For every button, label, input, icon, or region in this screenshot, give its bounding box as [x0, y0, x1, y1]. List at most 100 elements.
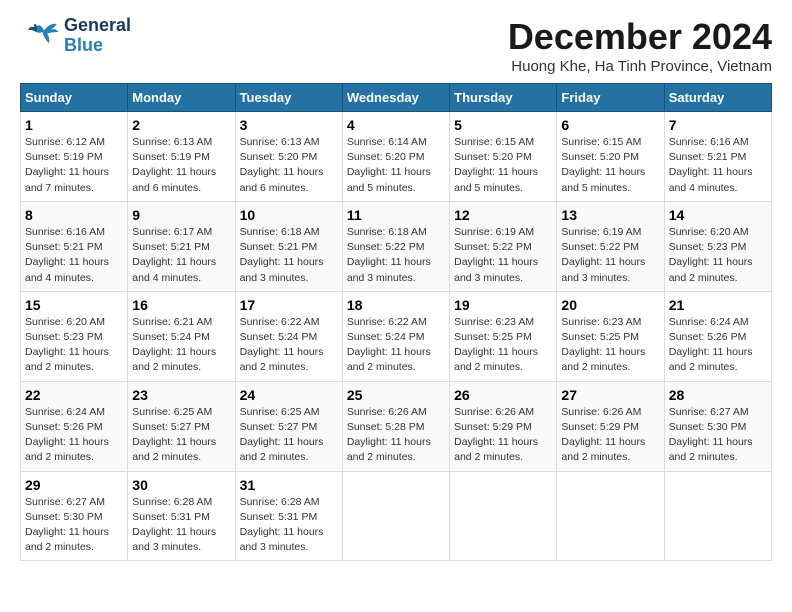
calendar-header: SundayMondayTuesdayWednesdayThursdayFrid… [21, 84, 772, 112]
day-number-6: 6 [561, 117, 659, 133]
day-info-5: Sunrise: 6:15 AM Sunset: 5:20 PM Dayligh… [454, 135, 552, 196]
day-number-23: 23 [132, 387, 230, 403]
day-info-1: Sunrise: 6:12 AM Sunset: 5:19 PM Dayligh… [25, 135, 123, 196]
column-header-sunday: Sunday [21, 84, 128, 112]
calendar-body: 1Sunrise: 6:12 AM Sunset: 5:19 PM Daylig… [21, 112, 772, 561]
day-cell-14: 14Sunrise: 6:20 AM Sunset: 5:23 PM Dayli… [664, 201, 771, 291]
day-number-9: 9 [132, 207, 230, 223]
day-cell-24: 24 Sunrise: 6:25 AM Sunset: 5:27 PM Dayli… [235, 381, 342, 471]
day-info-12: Sunrise: 6:19 AM Sunset: 5:22 PM Dayligh… [454, 225, 552, 286]
day-cell-9: 9 Sunrise: 6:17 AM Sunset: 5:21 PM Daylig… [128, 201, 235, 291]
logo-icon [20, 16, 60, 56]
logo: General Blue [20, 16, 131, 56]
title-area: December 2024 Huong Khe, Ha Tinh Provinc… [508, 16, 772, 75]
day-number-5: 5 [454, 117, 552, 133]
day-cell-10: 10 Sunrise: 6:18 AM Sunset: 5:21 PM Dayli… [235, 201, 342, 291]
day-number-30: 30 [132, 477, 230, 493]
day-cell-31: 31 Sunrise: 6:28 AM Sunset: 5:31 PM Dayli… [235, 471, 342, 561]
day-cell-7: 7 Sunrise: 6:16 AM Sunset: 5:21 PM Daylig… [664, 112, 771, 202]
day-cell-18: 18Sunrise: 6:22 AM Sunset: 5:24 PM Dayli… [342, 291, 449, 381]
day-cell-21: 21 Sunrise: 6:24 AM Sunset: 5:26 PM Dayli… [664, 291, 771, 381]
day-number-7: 7 [669, 117, 767, 133]
day-number-21: 21 [669, 297, 767, 313]
empty-cell [342, 471, 449, 561]
day-cell-25: 25 Sunrise: 6:26 AM Sunset: 5:28 PM Dayli… [342, 381, 449, 471]
day-number-16: 16 [132, 297, 230, 313]
week-row-5: 29 Sunrise: 6:27 AM Sunset: 5:30 PM Dayli… [21, 471, 772, 561]
day-cell-29: 29 Sunrise: 6:27 AM Sunset: 5:30 PM Dayli… [21, 471, 128, 561]
week-row-1: 1Sunrise: 6:12 AM Sunset: 5:19 PM Daylig… [21, 112, 772, 202]
logo-blue-text: Blue [64, 36, 131, 56]
day-cell-12: 12 Sunrise: 6:19 AM Sunset: 5:22 PM Dayli… [450, 201, 557, 291]
day-cell-20: 20 Sunrise: 6:23 AM Sunset: 5:25 PM Dayli… [557, 291, 664, 381]
day-info-29: Sunrise: 6:27 AM Sunset: 5:30 PM Dayligh… [25, 495, 123, 556]
column-header-monday: Monday [128, 84, 235, 112]
day-cell-11: 11 Sunrise: 6:18 AM Sunset: 5:22 PM Dayli… [342, 201, 449, 291]
day-cell-27: 27Sunrise: 6:26 AM Sunset: 5:29 PM Dayli… [557, 381, 664, 471]
column-header-tuesday: Tuesday [235, 84, 342, 112]
logo-general-text: General [64, 16, 131, 36]
day-number-25: 25 [347, 387, 445, 403]
day-number-29: 29 [25, 477, 123, 493]
day-number-17: 17 [240, 297, 338, 313]
day-number-27: 27 [561, 387, 659, 403]
day-info-2: Sunrise: 6:13 AM Sunset: 5:19 PM Dayligh… [132, 135, 230, 196]
day-cell-1: 1Sunrise: 6:12 AM Sunset: 5:19 PM Daylig… [21, 112, 128, 202]
day-info-6: Sunrise: 6:15 AM Sunset: 5:20 PM Dayligh… [561, 135, 659, 196]
day-cell-30: 30Sunrise: 6:28 AM Sunset: 5:31 PM Dayli… [128, 471, 235, 561]
day-cell-26: 26 Sunrise: 6:26 AM Sunset: 5:29 PM Dayli… [450, 381, 557, 471]
day-number-3: 3 [240, 117, 338, 133]
day-cell-13: 13Sunrise: 6:19 AM Sunset: 5:22 PM Dayli… [557, 201, 664, 291]
day-number-26: 26 [454, 387, 552, 403]
day-info-13: Sunrise: 6:19 AM Sunset: 5:22 PM Dayligh… [561, 225, 659, 286]
empty-cell [557, 471, 664, 561]
day-info-9: Sunrise: 6:17 AM Sunset: 5:21 PM Dayligh… [132, 225, 230, 286]
day-cell-3: 3Sunrise: 6:13 AM Sunset: 5:20 PM Daylig… [235, 112, 342, 202]
day-number-19: 19 [454, 297, 552, 313]
day-cell-4: 4 Sunrise: 6:14 AM Sunset: 5:20 PM Daylig… [342, 112, 449, 202]
calendar-table: SundayMondayTuesdayWednesdayThursdayFrid… [20, 83, 772, 561]
day-info-24: Sunrise: 6:25 AM Sunset: 5:27 PM Dayligh… [240, 405, 338, 466]
day-cell-15: 15 Sunrise: 6:20 AM Sunset: 5:23 PM Dayli… [21, 291, 128, 381]
week-row-3: 15 Sunrise: 6:20 AM Sunset: 5:23 PM Dayli… [21, 291, 772, 381]
day-cell-8: 8 Sunrise: 6:16 AM Sunset: 5:21 PM Daylig… [21, 201, 128, 291]
day-cell-17: 17 Sunrise: 6:22 AM Sunset: 5:24 PM Dayli… [235, 291, 342, 381]
day-number-12: 12 [454, 207, 552, 223]
day-info-8: Sunrise: 6:16 AM Sunset: 5:21 PM Dayligh… [25, 225, 123, 286]
day-info-17: Sunrise: 6:22 AM Sunset: 5:24 PM Dayligh… [240, 315, 338, 376]
day-number-24: 24 [240, 387, 338, 403]
day-number-31: 31 [240, 477, 338, 493]
day-number-8: 8 [25, 207, 123, 223]
week-row-4: 22 Sunrise: 6:24 AM Sunset: 5:26 PM Dayli… [21, 381, 772, 471]
location-text: Huong Khe, Ha Tinh Province, Vietnam [508, 58, 772, 75]
day-info-26: Sunrise: 6:26 AM Sunset: 5:29 PM Dayligh… [454, 405, 552, 466]
day-cell-5: 5 Sunrise: 6:15 AM Sunset: 5:20 PM Daylig… [450, 112, 557, 202]
day-number-22: 22 [25, 387, 123, 403]
day-number-11: 11 [347, 207, 445, 223]
day-cell-28: 28Sunrise: 6:27 AM Sunset: 5:30 PM Dayli… [664, 381, 771, 471]
day-cell-23: 23Sunrise: 6:25 AM Sunset: 5:27 PM Dayli… [128, 381, 235, 471]
day-info-25: Sunrise: 6:26 AM Sunset: 5:28 PM Dayligh… [347, 405, 445, 466]
day-info-18: Sunrise: 6:22 AM Sunset: 5:24 PM Dayligh… [347, 315, 445, 376]
day-header-row: SundayMondayTuesdayWednesdayThursdayFrid… [21, 84, 772, 112]
day-info-15: Sunrise: 6:20 AM Sunset: 5:23 PM Dayligh… [25, 315, 123, 376]
day-info-4: Sunrise: 6:14 AM Sunset: 5:20 PM Dayligh… [347, 135, 445, 196]
day-number-4: 4 [347, 117, 445, 133]
day-info-21: Sunrise: 6:24 AM Sunset: 5:26 PM Dayligh… [669, 315, 767, 376]
day-info-10: Sunrise: 6:18 AM Sunset: 5:21 PM Dayligh… [240, 225, 338, 286]
day-number-2: 2 [132, 117, 230, 133]
day-info-20: Sunrise: 6:23 AM Sunset: 5:25 PM Dayligh… [561, 315, 659, 376]
column-header-saturday: Saturday [664, 84, 771, 112]
day-number-10: 10 [240, 207, 338, 223]
empty-cell [450, 471, 557, 561]
day-number-20: 20 [561, 297, 659, 313]
day-info-31: Sunrise: 6:28 AM Sunset: 5:31 PM Dayligh… [240, 495, 338, 556]
column-header-wednesday: Wednesday [342, 84, 449, 112]
day-info-22: Sunrise: 6:24 AM Sunset: 5:26 PM Dayligh… [25, 405, 123, 466]
day-number-15: 15 [25, 297, 123, 313]
column-header-thursday: Thursday [450, 84, 557, 112]
day-info-28: Sunrise: 6:27 AM Sunset: 5:30 PM Dayligh… [669, 405, 767, 466]
day-info-11: Sunrise: 6:18 AM Sunset: 5:22 PM Dayligh… [347, 225, 445, 286]
day-info-7: Sunrise: 6:16 AM Sunset: 5:21 PM Dayligh… [669, 135, 767, 196]
page-header: General Blue December 2024 Huong Khe, Ha… [20, 16, 772, 75]
